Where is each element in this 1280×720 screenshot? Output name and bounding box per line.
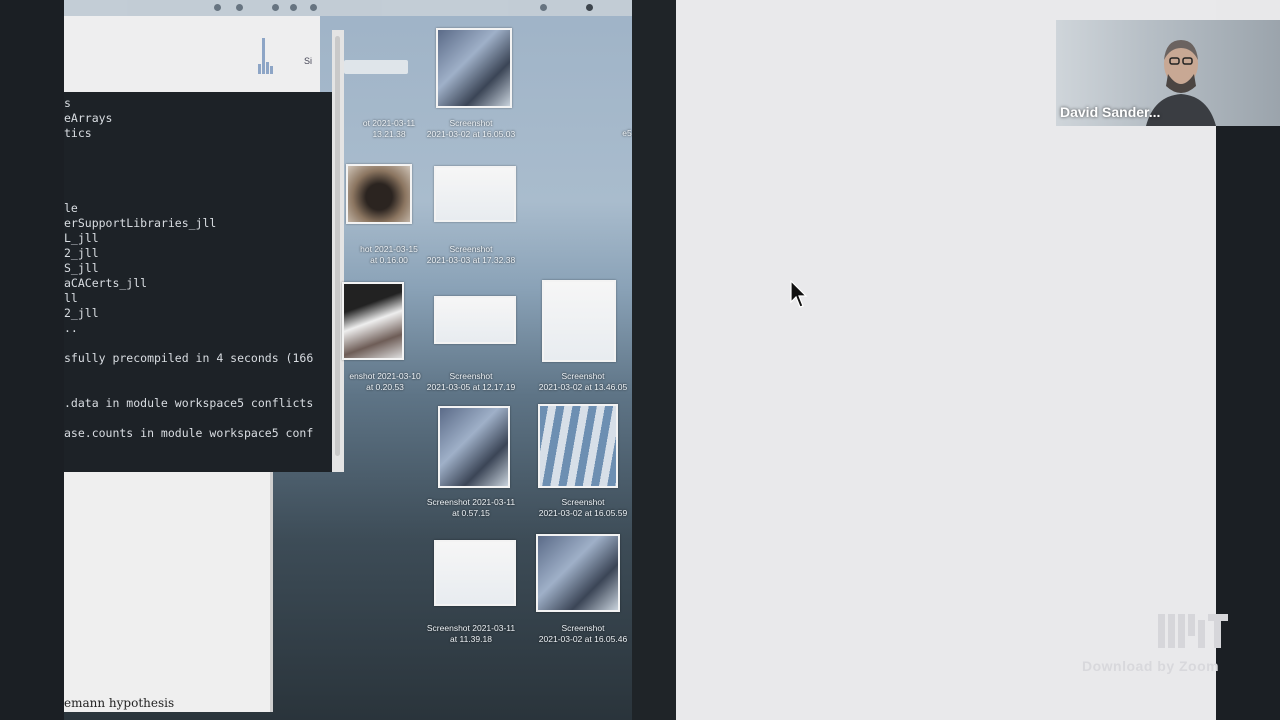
download-watermark: Download by Zoom (1082, 658, 1220, 674)
file-label[interactable]: Screenshot 2021-03-02 at 13.46.05 (528, 371, 632, 393)
file-label[interactable]: Screenshot 2021-03-02 at 16.05.46 (528, 623, 632, 645)
file-label-line: Screenshot (449, 244, 493, 254)
file-label-line: 2021-03-03 at 17.32.38 (426, 255, 516, 265)
file-label-line: 2021-03-02 at 16.05.03 (426, 129, 516, 139)
file-label[interactable]: Screenshot 2021-03-05 at 12.17.19 (416, 371, 526, 393)
left-dark-margin (0, 0, 64, 720)
file-label-line: e5 (622, 128, 632, 138)
file-label-line: Screenshot 2021-03-11 (426, 497, 516, 507)
file-label-line: Screenshot (561, 371, 605, 381)
screenshot-thumbnail[interactable] (434, 296, 516, 344)
screen-divider (632, 0, 676, 720)
file-label-line: Screenshot (449, 371, 493, 381)
screenshot-thumbnail[interactable] (346, 164, 412, 224)
file-label-line: Screenshot (449, 118, 493, 128)
file-label-line: Screenshot 2021-03-11 (426, 623, 516, 633)
file-label-line: 2021-03-02 at 13.46.05 (538, 382, 628, 392)
file-label-line: Screenshot (561, 497, 605, 507)
file-label[interactable]: Screenshot 2021-03-11 at 0.57.15 (416, 497, 526, 519)
mit-logo-icon (1158, 614, 1228, 648)
participant-name: David Sander... (1060, 104, 1161, 120)
screenshot-thumbnail[interactable] (436, 28, 512, 108)
file-label[interactable]: Screenshot 2021-03-11 at 11.39.18 (416, 623, 526, 645)
file-label[interactable]: Screenshot 2021-03-02 at 16.05.59 (528, 497, 632, 519)
screenshot-thumbnail[interactable] (538, 404, 618, 488)
file-label-line: Screenshot (561, 623, 605, 633)
file-label-line: 2021-03-05 at 12.17.19 (426, 382, 516, 392)
desktop-files: ot 2021-03-11 13.21.38 Screenshot 2021-03-0… (64, 0, 632, 720)
file-label-line: 2021-03-02 at 16.05.59 (538, 508, 628, 518)
screenshot-thumbnail[interactable] (342, 282, 404, 360)
screenshot-thumbnail[interactable] (434, 166, 516, 222)
file-label[interactable]: e5 (572, 128, 632, 139)
screenshot-thumbnail[interactable] (434, 540, 516, 606)
screenshot-thumbnail[interactable] (536, 534, 620, 612)
file-label-line: 2021-03-02 at 16.05.46 (538, 634, 628, 644)
participant-video-tile[interactable]: David Sander... (1056, 20, 1280, 126)
shared-screen: Si s eArrays tics le erSupportLibraries_jll L… (64, 0, 632, 720)
file-label[interactable]: Screenshot 2021-03-02 at 16.05.03 (416, 118, 526, 140)
file-label[interactable]: Screenshot 2021-03-03 at 17.32.38 (416, 244, 526, 266)
screenshot-thumbnail[interactable] (542, 280, 616, 362)
file-label-line: at 11.39.18 (450, 634, 492, 644)
screenshot-thumbnail[interactable] (438, 406, 510, 488)
file-label-line: at 0.57.15 (452, 508, 490, 518)
mouse-pointer-icon (790, 280, 808, 308)
